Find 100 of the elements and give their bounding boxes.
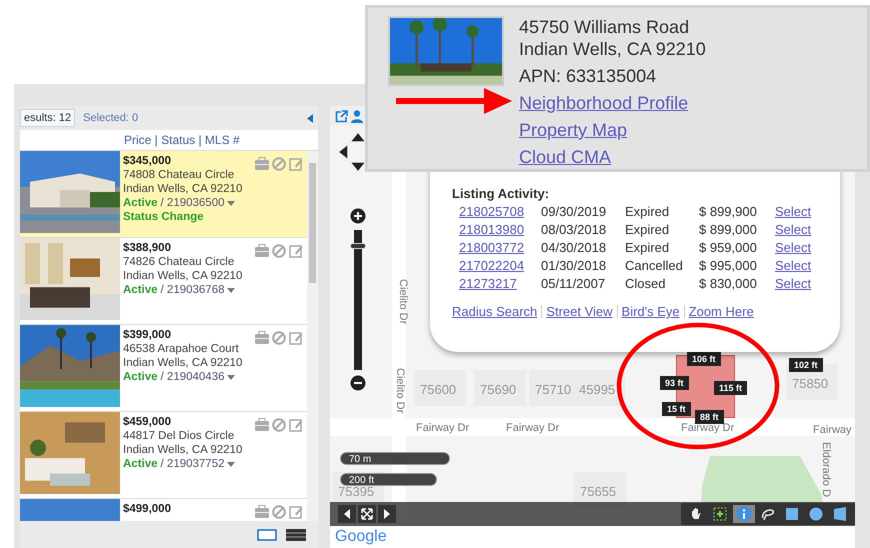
property-city: Indian Wells, CA 92210 <box>519 38 706 60</box>
map-action-link[interactable]: Bird's Eye <box>622 304 680 319</box>
external-link-icon[interactable] <box>335 110 348 122</box>
activity-price: $ 830,000 <box>699 276 758 291</box>
select-link[interactable]: Select <box>775 258 840 273</box>
selected-count: Selected: 0 <box>83 112 138 124</box>
info-tool-icon[interactable] <box>733 505 755 523</box>
caret-icon[interactable] <box>227 288 236 292</box>
listing-status: Active <box>123 457 158 471</box>
collapse-arrow-icon[interactable] <box>307 114 313 122</box>
scrollbar[interactable] <box>307 151 318 521</box>
caret-icon[interactable] <box>227 374 236 380</box>
house-number: 75395 <box>338 484 374 499</box>
street-label: Fairway Dr <box>506 422 560 434</box>
listing-city: Indian Wells, CA 92210 <box>123 443 244 457</box>
listing-status: Active <box>123 370 158 384</box>
street-label: Cielito Dr <box>397 279 409 324</box>
briefcase-icon[interactable] <box>255 331 269 344</box>
measurement-label: 102 ft <box>789 358 823 372</box>
mls-number[interactable]: / 219040436 <box>160 370 224 384</box>
listing-row[interactable]: $459,000 44817 Del Dios Circle Indian Wells, CA 92210 Active / 219037752 <box>20 412 307 499</box>
mls-link[interactable]: 218013980 <box>459 222 541 237</box>
listing-city: Indian Wells, CA 92210 <box>123 182 244 196</box>
listing-price: $399,000 <box>123 328 172 342</box>
ban-icon[interactable] <box>272 505 286 519</box>
zoom-out-icon[interactable] <box>350 375 366 391</box>
listing-street: 74826 Chateau Circle <box>123 255 236 269</box>
next-icon[interactable] <box>378 505 396 523</box>
listing-price: $345,000 <box>123 154 172 168</box>
table-view-icon[interactable] <box>286 528 306 540</box>
measurement-label: 106 ft <box>687 352 721 366</box>
mls-number[interactable]: / 219036500 <box>160 196 224 210</box>
status-change-note: Status Change <box>123 210 205 224</box>
edit-icon[interactable] <box>289 244 303 258</box>
apn-number: APN: 633135004 <box>519 65 658 87</box>
briefcase-icon[interactable] <box>255 418 269 431</box>
activity-status: Expired <box>625 240 670 255</box>
ban-icon[interactable] <box>272 244 286 258</box>
listing-row[interactable]: $399,000 46538 Arapahoe Court Indian Wells, CA 92210 Active / 219040436 <box>20 325 307 412</box>
street-label: Cielito Dr <box>394 368 406 414</box>
caret-icon[interactable] <box>227 200 236 206</box>
edit-icon[interactable] <box>289 505 303 519</box>
measurement-label: 15 ft <box>662 402 691 416</box>
listing-row[interactable]: $345,000 74808 Chateau Circle Indian Wells, CA 92210 Active / 219036500 Status Change <box>20 151 307 238</box>
zoom-in-icon[interactable] <box>350 208 366 224</box>
house-number: 75600 <box>420 382 456 397</box>
listing-status: Active <box>123 196 158 210</box>
column-header[interactable]: Price | Status | MLS # <box>124 133 240 147</box>
property-link[interactable]: Cloud CMA <box>519 147 612 167</box>
measurement-label: 88 ft <box>695 410 724 424</box>
mls-link[interactable]: 21273217 <box>459 276 541 291</box>
ban-icon[interactable] <box>272 331 286 345</box>
fit-extent-icon[interactable] <box>358 505 376 523</box>
house-number: 45995 <box>579 382 616 397</box>
person-icon[interactable] <box>351 110 363 122</box>
briefcase-icon[interactable] <box>255 244 269 257</box>
listing-row[interactable]: $388,900 74826 Chateau Circle Indian Wells, CA 92210 Active / 219036768 <box>20 238 307 325</box>
mls-link[interactable]: 218025708 <box>459 204 541 219</box>
activity-date: 04/30/2018 <box>541 240 608 255</box>
listing-status: Active <box>123 283 158 297</box>
listing-street: 74808 Chateau Circle <box>123 168 236 182</box>
mls-link[interactable]: 217022204 <box>459 258 541 273</box>
activity-price: $ 899,900 <box>699 204 758 219</box>
map-action-link[interactable]: Zoom Here <box>688 304 754 319</box>
activity-date: 01/30/2018 <box>541 258 608 273</box>
house-number: 75690 <box>480 382 516 397</box>
listing-street: 46538 Arapahoe Court <box>123 342 240 356</box>
select-link[interactable]: Select <box>775 222 840 237</box>
map-action-link[interactable]: Radius Search <box>452 304 538 319</box>
edit-icon[interactable] <box>289 418 303 432</box>
select-link[interactable]: Select <box>775 204 840 219</box>
select-link[interactable]: Select <box>775 240 840 255</box>
mls-number[interactable]: / 219037752 <box>160 457 224 471</box>
briefcase-icon[interactable] <box>255 505 269 518</box>
street-label: Fairway Dr <box>416 422 470 434</box>
listing-city: Indian Wells, CA 92210 <box>123 269 244 283</box>
house-number: 75655 <box>580 484 616 499</box>
map-action-link[interactable]: Street View <box>546 304 613 319</box>
property-street: 45750 Williams Road <box>519 16 690 38</box>
listing-price: $459,000 <box>123 415 172 429</box>
measurement-label: 93 ft <box>660 376 689 390</box>
ban-icon[interactable] <box>272 418 286 432</box>
mls-link[interactable]: 218003772 <box>459 240 541 255</box>
street-label: Eldorado D <box>820 442 832 498</box>
listing-street: 44817 Del Dios Circle <box>123 429 236 443</box>
results-count: esults: 12 <box>20 109 76 127</box>
list-view-icon[interactable] <box>257 528 277 540</box>
previous-icon[interactable] <box>338 505 356 523</box>
mls-number[interactable]: / 219036768 <box>160 283 224 297</box>
listing-price: $499,000 <box>123 502 172 516</box>
activity-status: Expired <box>625 222 670 237</box>
property-link[interactable]: Neighborhood Profile <box>519 93 688 113</box>
street-label: Fairway <box>813 424 852 436</box>
property-link[interactable]: Property Map <box>519 120 628 140</box>
activity-date: 09/30/2019 <box>541 204 608 219</box>
caret-icon[interactable] <box>227 462 236 466</box>
scale-bar: 200 ft <box>340 473 437 486</box>
edit-icon[interactable] <box>289 331 303 345</box>
activity-date: 08/03/2018 <box>541 222 608 237</box>
select-link[interactable]: Select <box>775 276 840 291</box>
